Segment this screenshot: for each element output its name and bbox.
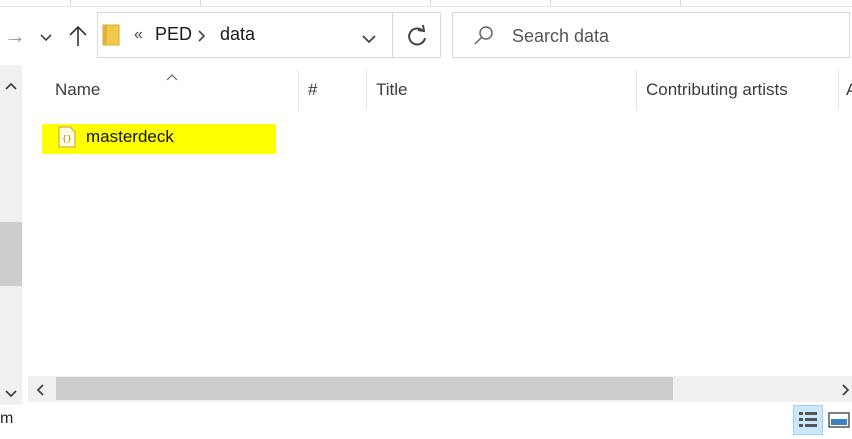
scroll-left-button[interactable] — [36, 383, 44, 401]
column-header-number[interactable]: # — [308, 80, 317, 100]
chevron-down-icon — [362, 35, 376, 44]
svg-text:{}: {} — [62, 134, 72, 143]
folder-icon — [102, 22, 120, 51]
column-divider[interactable] — [298, 70, 299, 110]
status-text: m — [0, 410, 14, 427]
large-icons-view-icon — [828, 412, 850, 428]
chevron-down-icon — [40, 34, 52, 42]
scroll-down-button[interactable] — [5, 385, 17, 403]
tab-strip-remnant — [0, 0, 852, 7]
json-file-icon: {} — [58, 126, 76, 153]
arrow-right-icon: → — [4, 23, 26, 48]
recent-locations-button[interactable] — [40, 30, 52, 48]
overflow-crumbs-button[interactable]: « — [134, 26, 143, 44]
arrow-up-icon — [69, 25, 87, 46]
forward-button[interactable]: → — [4, 25, 26, 47]
column-header-contributing-artists[interactable]: Contributing artists — [646, 80, 788, 100]
chevron-right-icon — [842, 384, 850, 396]
details-view-icon — [799, 412, 817, 427]
column-header-name[interactable]: Name — [55, 80, 100, 100]
sort-ascending-icon — [166, 68, 178, 86]
chevron-down-icon — [5, 390, 17, 398]
address-dropdown-button[interactable] — [362, 31, 376, 49]
search-input[interactable]: Search data — [512, 26, 609, 47]
column-divider[interactable] — [838, 70, 839, 110]
file-name[interactable]: masterdeck — [86, 127, 174, 147]
up-button[interactable] — [68, 25, 88, 52]
column-header-overflow[interactable]: A — [846, 80, 852, 100]
refresh-icon — [406, 24, 428, 52]
chevron-right-icon[interactable] — [198, 29, 206, 47]
search-icon — [473, 25, 495, 52]
column-divider[interactable] — [636, 70, 637, 110]
large-icons-view-button[interactable] — [828, 409, 850, 431]
details-view-button[interactable] — [793, 405, 823, 435]
chevron-left-icon — [36, 384, 44, 396]
scroll-right-button[interactable] — [842, 383, 850, 401]
horizontal-scroll-thumb[interactable] — [56, 377, 673, 400]
vertical-scroll-thumb[interactable] — [0, 222, 22, 286]
column-divider[interactable] — [366, 70, 367, 110]
column-header-title[interactable]: Title — [376, 80, 408, 100]
breadcrumb-ped[interactable]: PED — [155, 24, 192, 45]
chevron-up-icon — [5, 82, 17, 90]
breadcrumb-data[interactable]: data — [220, 24, 255, 45]
scroll-up-button[interactable] — [5, 77, 17, 95]
